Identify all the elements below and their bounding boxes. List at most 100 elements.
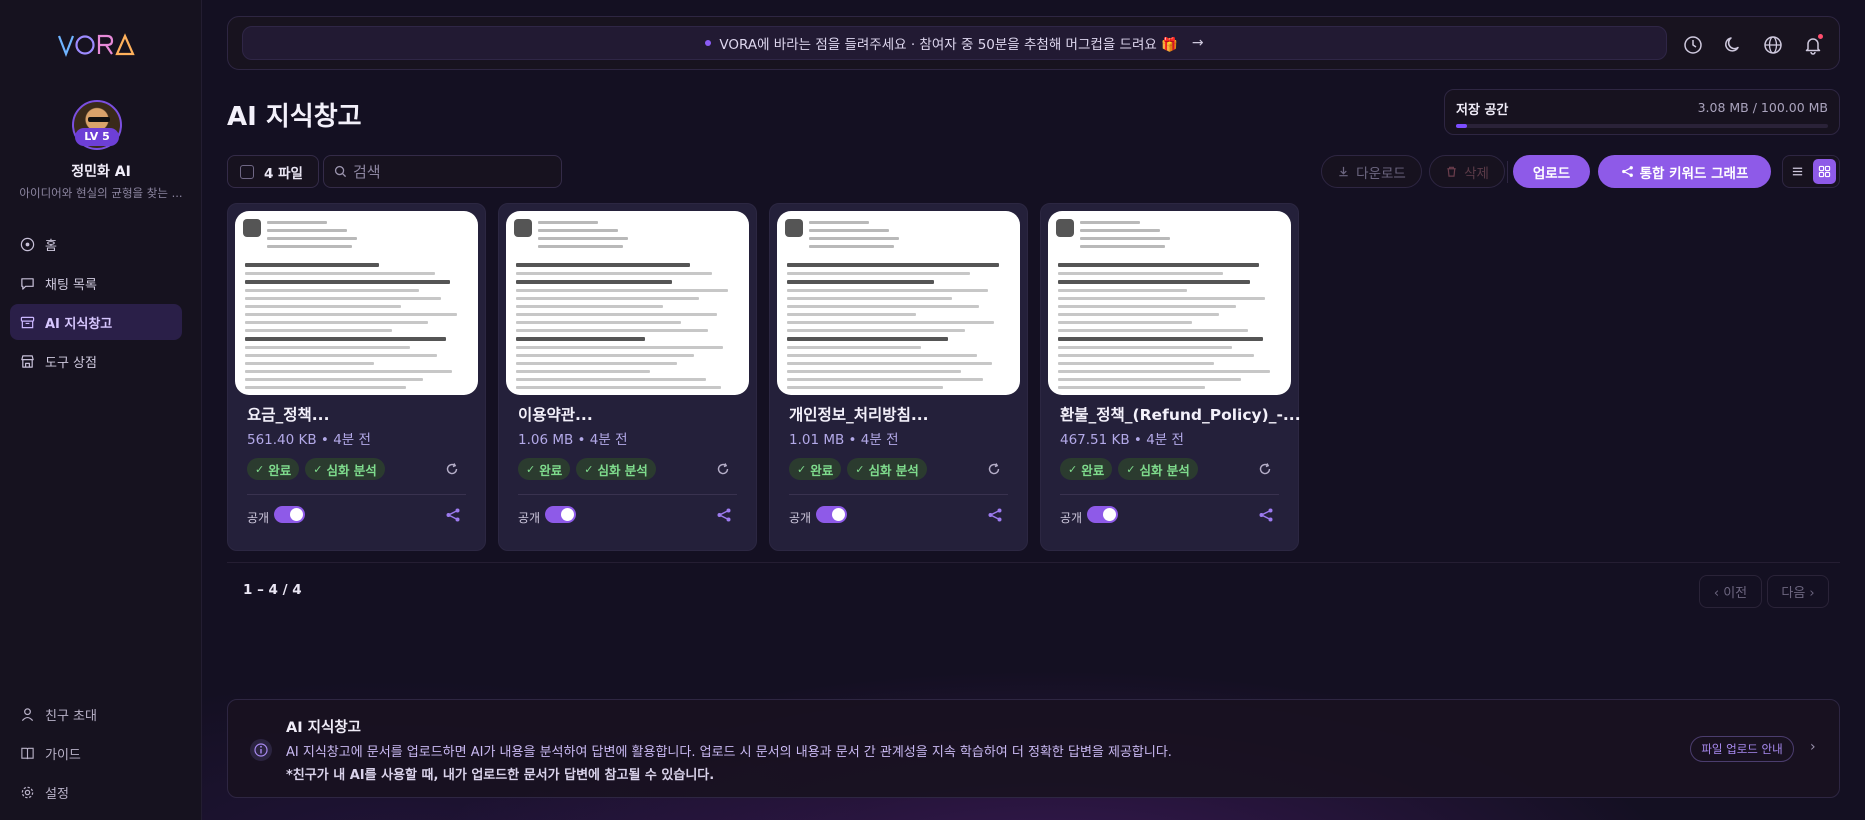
file-title[interactable]: 개인정보_처리방침... bbox=[789, 403, 929, 425]
sidebar-item-knowledge[interactable]: AI 지식창고 bbox=[10, 304, 182, 340]
section-divider bbox=[227, 562, 1840, 563]
upload-button[interactable]: 업로드 bbox=[1513, 155, 1590, 188]
public-toggle[interactable] bbox=[545, 506, 576, 523]
document-icon bbox=[243, 219, 261, 237]
document-line bbox=[516, 346, 724, 349]
document-icon bbox=[514, 219, 532, 237]
sidebar: LV 5 정민화 AI 아이디어와 현실의 균형을 찾는 ... 홈 채팅 목록… bbox=[0, 0, 202, 820]
list-view-button[interactable] bbox=[1786, 159, 1810, 184]
file-card[interactable]: 이용약관... 1.06 MB • 4분 전 ✓ 완료 ✓ 심화 분석 공개 bbox=[498, 203, 757, 551]
public-toggle[interactable] bbox=[1087, 506, 1118, 523]
announcement-banner: VORA에 바라는 점을 들려주세요 · 참여자 중 50분을 추첨해 머그컵을… bbox=[227, 16, 1840, 70]
status-badge: ✓ 완료 bbox=[247, 458, 300, 480]
vora-logo[interactable] bbox=[57, 32, 137, 58]
history-button[interactable] bbox=[1677, 29, 1709, 61]
document-line bbox=[516, 321, 682, 324]
select-all-checkbox[interactable] bbox=[240, 164, 254, 179]
document-line bbox=[516, 272, 713, 275]
document-line bbox=[787, 337, 948, 341]
notifications-button[interactable] bbox=[1797, 29, 1829, 61]
chevron-right-icon[interactable]: › bbox=[1810, 739, 1816, 755]
delete-button[interactable]: 삭제 bbox=[1429, 155, 1505, 188]
document-line bbox=[787, 297, 953, 300]
file-card[interactable]: 환불_정책_(Refund_Policy)_-... 467.51 KB • 4분… bbox=[1040, 203, 1301, 551]
upload-guide-button[interactable]: 파일 업로드 안내 bbox=[1690, 736, 1794, 762]
public-toggle[interactable] bbox=[274, 506, 305, 523]
document-line bbox=[516, 386, 722, 389]
public-label: 공개 bbox=[789, 511, 812, 525]
file-title[interactable]: 이용약관... bbox=[518, 403, 593, 425]
search-box[interactable] bbox=[323, 155, 562, 188]
grid-view-button[interactable] bbox=[1812, 159, 1836, 184]
file-count-label: 4 파일 bbox=[264, 165, 303, 182]
document-line bbox=[516, 289, 728, 292]
info-panel: AI 지식창고 AI 지식창고에 문서를 업로드하면 AI가 내용을 분석하여 … bbox=[227, 699, 1840, 798]
public-label: 공개 bbox=[247, 511, 270, 525]
storage-progress bbox=[1456, 124, 1828, 128]
status-label: 완료 bbox=[1081, 462, 1105, 478]
sidebar-item-invite[interactable]: 친구 초대 bbox=[10, 696, 182, 732]
card-divider bbox=[1060, 494, 1279, 495]
file-preview[interactable] bbox=[235, 211, 478, 395]
trash-icon bbox=[1447, 166, 1456, 177]
share-graph-icon[interactable] bbox=[445, 507, 461, 523]
document-line bbox=[516, 305, 664, 308]
status-badge: ✓ 완료 bbox=[518, 458, 571, 480]
document-lines bbox=[245, 263, 468, 394]
profile-avatar[interactable]: LV 5 bbox=[72, 100, 122, 150]
document-line bbox=[245, 289, 419, 292]
level-badge: LV 5 bbox=[75, 128, 119, 146]
sidebar-item-settings[interactable]: 설정 bbox=[10, 774, 182, 810]
document-line bbox=[245, 346, 411, 349]
file-title[interactable]: 요금_정책... bbox=[247, 403, 329, 425]
share-graph-icon[interactable] bbox=[716, 507, 732, 523]
sidebar-item-guide[interactable]: 가이드 bbox=[10, 735, 182, 771]
theme-toggle-button[interactable] bbox=[1717, 29, 1749, 61]
check-icon: ✓ bbox=[797, 462, 807, 476]
share-graph-icon[interactable] bbox=[987, 507, 1003, 523]
file-card[interactable]: 개인정보_처리방침... 1.01 MB • 4분 전 ✓ 완료 ✓ 심화 분석 공개 bbox=[769, 203, 1028, 551]
next-page-button[interactable]: 다음 › bbox=[1767, 575, 1829, 608]
document-properties bbox=[1080, 221, 1180, 253]
document-line bbox=[787, 321, 995, 324]
document-line bbox=[245, 386, 406, 389]
sidebar-item-store[interactable]: 도구 상점 bbox=[10, 343, 182, 379]
refresh-icon[interactable] bbox=[987, 462, 1001, 476]
public-toggle[interactable] bbox=[816, 506, 847, 523]
toolbar-divider bbox=[1507, 161, 1508, 183]
refresh-icon[interactable] bbox=[716, 462, 730, 476]
file-title[interactable]: 환불_정책_(Refund_Policy)_-... bbox=[1060, 403, 1301, 425]
document-line bbox=[516, 370, 650, 373]
document-line bbox=[1058, 329, 1248, 332]
refresh-icon[interactable] bbox=[445, 462, 459, 476]
keyword-graph-button[interactable]: 통합 키워드 그래프 bbox=[1598, 155, 1771, 188]
document-line bbox=[787, 289, 988, 292]
file-preview[interactable] bbox=[777, 211, 1020, 395]
sidebar-item-home[interactable]: 홈 bbox=[10, 226, 182, 262]
share-graph-icon[interactable] bbox=[1258, 507, 1274, 523]
analysis-badge: ✓ 심화 분석 bbox=[847, 458, 927, 480]
download-button[interactable]: 다운로드 bbox=[1321, 155, 1422, 188]
refresh-icon[interactable] bbox=[1258, 462, 1272, 476]
feedback-banner-link[interactable]: VORA에 바라는 점을 들려주세요 · 참여자 중 50분을 추첨해 머그컵을… bbox=[242, 26, 1667, 60]
file-preview[interactable] bbox=[1048, 211, 1291, 395]
language-button[interactable] bbox=[1757, 29, 1789, 61]
document-line bbox=[787, 362, 993, 365]
document-line bbox=[787, 378, 984, 381]
file-preview[interactable] bbox=[506, 211, 749, 395]
download-label: 다운로드 bbox=[1356, 165, 1406, 182]
file-meta: 1.06 MB • 4분 전 bbox=[518, 432, 628, 448]
sidebar-item-label: 채팅 목록 bbox=[45, 277, 97, 293]
document-line bbox=[1058, 346, 1232, 349]
prev-page-button[interactable]: ‹ 이전 bbox=[1699, 575, 1762, 608]
sidebar-item-chats[interactable]: 채팅 목록 bbox=[10, 265, 182, 301]
select-all-files[interactable]: 4 파일 bbox=[227, 155, 319, 188]
document-line bbox=[516, 329, 708, 332]
sidebar-bottom-nav: 친구 초대 가이드 설정 bbox=[10, 696, 182, 813]
file-card[interactable]: 요금_정책... 561.40 KB • 4분 전 ✓ 완료 ✓ 심화 분석 공개 bbox=[227, 203, 486, 551]
archive-icon bbox=[20, 316, 35, 328]
document-properties bbox=[538, 221, 638, 253]
storage-progress-fill bbox=[1456, 124, 1468, 128]
document-line bbox=[516, 362, 677, 365]
search-input[interactable] bbox=[353, 162, 553, 181]
